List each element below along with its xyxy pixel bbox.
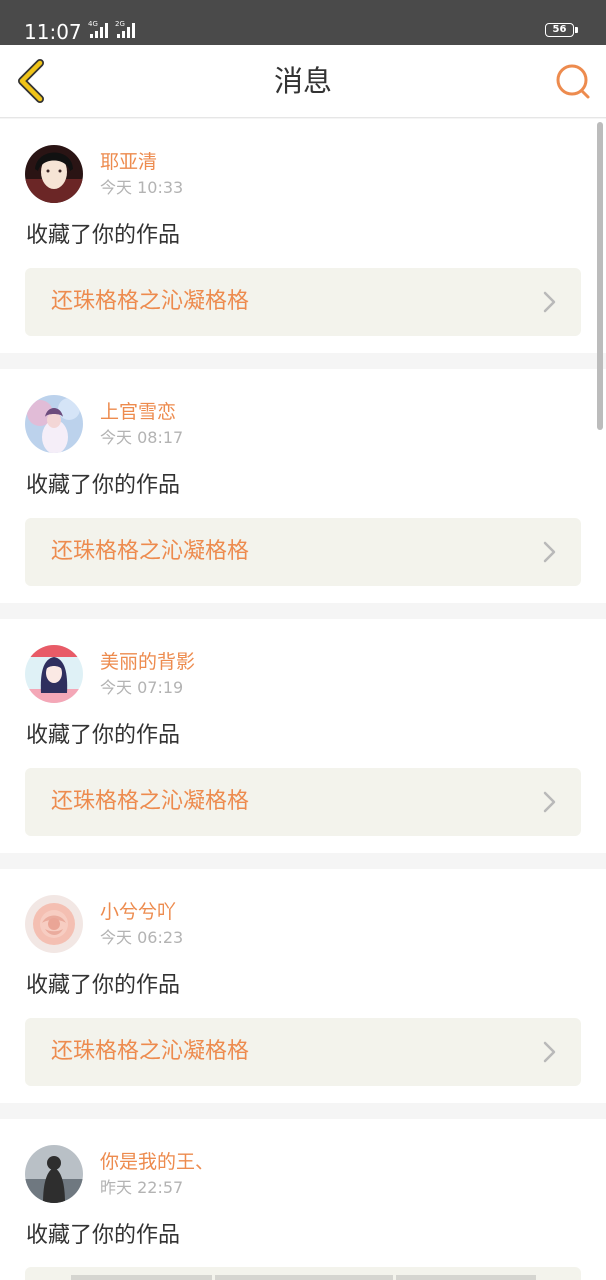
action-text: 收藏了你的作品 (26, 223, 181, 248)
signal-bars-icon (117, 22, 139, 38)
work-title: 还珠格格之沁凝格格 (51, 1039, 250, 1064)
message-card: 美丽的背影 今天 07:19 收藏了你的作品 还珠格格之沁凝格格 (0, 619, 606, 853)
username[interactable]: 美丽的背影 (100, 650, 195, 674)
action-text: 收藏了你的作品 (26, 723, 181, 748)
work-link[interactable]: 还珠格格之沁凝格格 (25, 1018, 581, 1086)
message-card: 小兮兮吖 今天 06:23 收藏了你的作品 还珠格格之沁凝格格 (0, 869, 606, 1103)
username[interactable]: 耶亚清 (100, 150, 157, 174)
work-title: 还珠格格之沁凝格格 (51, 539, 250, 564)
avatar[interactable] (25, 645, 83, 703)
action-text: 收藏了你的作品 (26, 1223, 181, 1248)
battery-tip (575, 27, 578, 33)
page-title: 消息 (273, 64, 332, 98)
timestamp: 今天 06:23 (100, 928, 184, 947)
signal-bars-icon (90, 22, 112, 38)
avatar[interactable] (25, 395, 83, 453)
timestamp: 昨天 22:57 (100, 1178, 184, 1197)
avatar[interactable] (25, 1145, 83, 1203)
work-link[interactable] (25, 1267, 581, 1280)
scrollbar[interactable] (597, 122, 603, 430)
username[interactable]: 上官雪恋 (100, 400, 176, 424)
status-time: 11:07 (24, 20, 82, 44)
timestamp: 今天 10:33 (100, 178, 184, 197)
header: 消息 (0, 45, 606, 118)
chevron-right-icon (543, 791, 556, 813)
avatar[interactable] (25, 895, 83, 953)
signal-2g-icon: 2G (115, 20, 139, 40)
search-icon (556, 64, 590, 99)
action-text: 收藏了你的作品 (26, 473, 181, 498)
timestamp: 今天 07:19 (100, 678, 184, 697)
status-bar: 11:07 4G 2G 56 (0, 0, 606, 45)
message-card: 耶亚清 今天 10:33 收藏了你的作品 还珠格格之沁凝格格 (0, 119, 606, 353)
message-card: 你是我的王、 昨天 22:57 收藏了你的作品 (0, 1119, 606, 1280)
work-title: 还珠格格之沁凝格格 (51, 789, 250, 814)
avatar[interactable] (25, 145, 83, 203)
work-link[interactable]: 还珠格格之沁凝格格 (25, 268, 581, 336)
work-title: 还珠格格之沁凝格格 (51, 289, 250, 314)
signal-4g-icon: 4G (88, 20, 112, 40)
battery-icon: 56 (545, 23, 574, 37)
work-link[interactable]: 还珠格格之沁凝格格 (25, 768, 581, 836)
timestamp: 今天 08:17 (100, 428, 184, 447)
message-card: 上官雪恋 今天 08:17 收藏了你的作品 还珠格格之沁凝格格 (0, 369, 606, 603)
username[interactable]: 你是我的王、 (100, 1150, 214, 1174)
chevron-right-icon (543, 541, 556, 563)
search-button[interactable] (552, 61, 594, 103)
work-link[interactable]: 还珠格格之沁凝格格 (25, 518, 581, 586)
chevron-right-icon (543, 1041, 556, 1063)
action-text: 收藏了你的作品 (26, 973, 181, 998)
username[interactable]: 小兮兮吖 (100, 900, 176, 924)
chevron-right-icon (543, 291, 556, 313)
